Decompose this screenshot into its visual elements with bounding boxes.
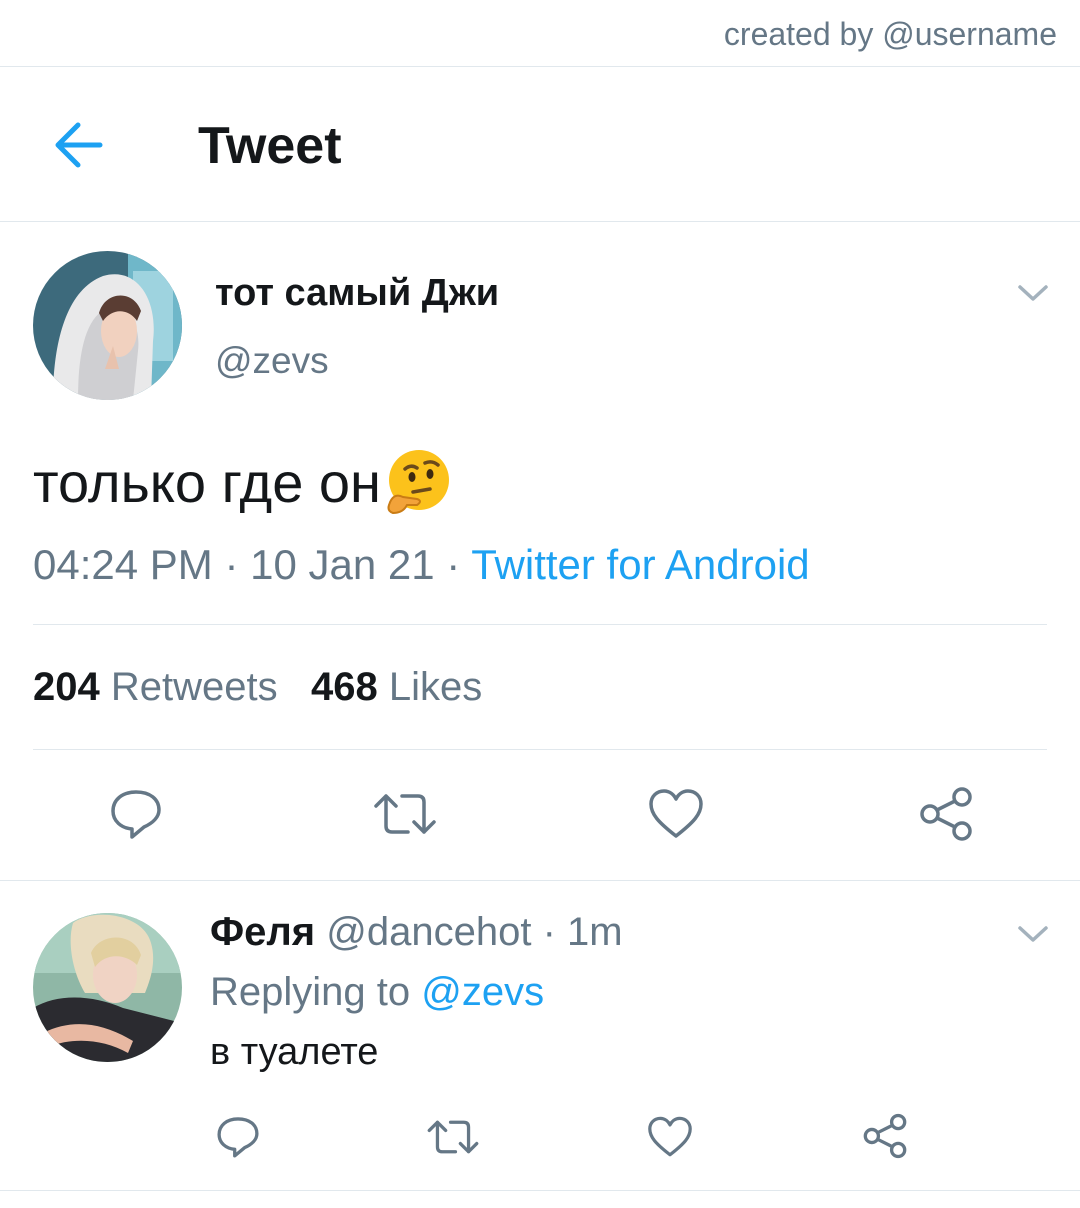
reply-icon[interactable] [215, 1114, 261, 1160]
section-separator [0, 1190, 1080, 1191]
retweets-label: Retweets [110, 665, 278, 709]
tweet-meta: 04:24 PM · 10 Jan 21 · Twitter for Andro… [33, 541, 810, 589]
tweet-time: 04:24 PM [33, 541, 213, 588]
tweet-source-link[interactable]: Twitter for Android [471, 541, 809, 588]
author-display-name[interactable]: тот самый Джи [215, 272, 499, 315]
reply-author-avatar[interactable] [33, 913, 182, 1062]
arrow-left-icon[interactable] [48, 117, 108, 173]
chevron-down-icon[interactable] [1016, 282, 1050, 304]
likes-count: 468 [310, 665, 378, 709]
retweets-count: 204 [33, 665, 100, 709]
reply-icon[interactable] [108, 786, 164, 842]
replying-to-mention[interactable]: @zevs [421, 970, 544, 1014]
chevron-down-icon[interactable] [1016, 923, 1050, 945]
tweet-stats: 204 Retweets 468 Likes [33, 665, 482, 710]
watermark-bar: created by @username [0, 0, 1080, 67]
top-app-bar: Tweet [0, 67, 1080, 222]
author-avatar[interactable] [33, 251, 182, 400]
divider [33, 749, 1047, 750]
reply-time: 1m [567, 910, 623, 954]
like-icon[interactable] [647, 1116, 693, 1158]
tweet-text-content: только где он [33, 450, 381, 514]
author-handle[interactable]: @zevs [215, 340, 329, 382]
replying-to-label: Replying to [210, 970, 411, 1014]
watermark-text: created by @username [723, 16, 1057, 52]
retweet-icon[interactable] [372, 786, 438, 842]
replying-to: Replying to @zevs [210, 970, 544, 1015]
share-icon[interactable] [918, 786, 974, 842]
share-icon[interactable] [862, 1113, 908, 1159]
tweet-date: 10 Jan 21 [250, 541, 435, 588]
tweet-text: только где он [33, 447, 453, 517]
reply-author-name[interactable]: Феля [210, 910, 315, 954]
meta-separator: · [212, 541, 251, 588]
likes-label: Likes [388, 665, 483, 709]
reply-author-handle[interactable]: @dancehot [326, 910, 531, 954]
like-icon[interactable] [648, 788, 704, 840]
retweets-stat[interactable]: 204 Retweets [33, 665, 278, 709]
thinking-face-emoji [383, 447, 453, 517]
reply-header: Феля @dancehot · 1m [210, 910, 623, 955]
reply-text: в туалете [210, 1031, 379, 1073]
retweet-icon[interactable] [426, 1114, 480, 1160]
likes-stat[interactable]: 468 Likes [311, 665, 482, 709]
reply-separator: · [531, 910, 568, 954]
page-title: Tweet [198, 117, 342, 175]
divider [33, 624, 1047, 625]
meta-separator: · [434, 541, 472, 588]
section-separator [0, 880, 1080, 881]
